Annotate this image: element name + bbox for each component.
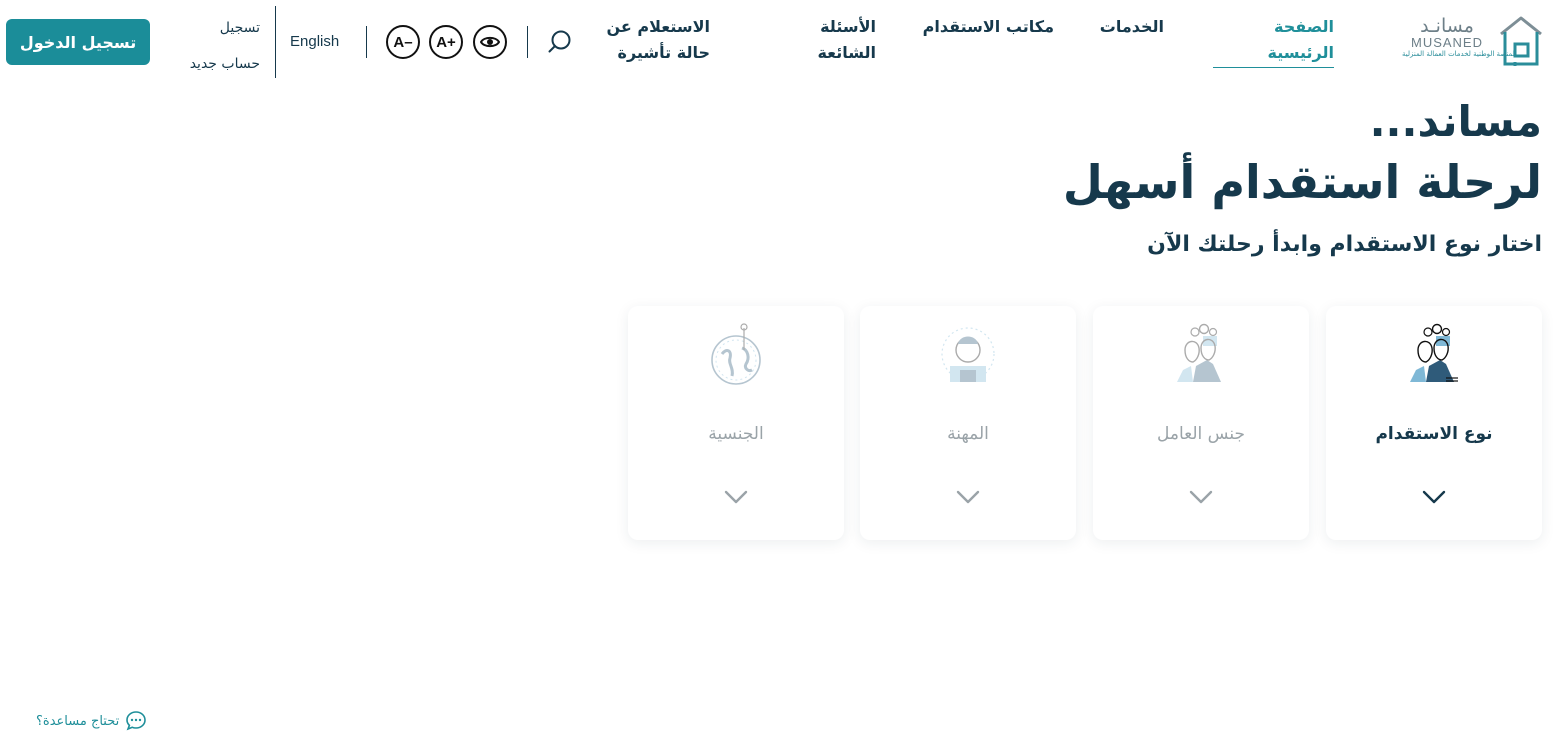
step-card-nationality[interactable]: الجنسية <box>628 306 844 540</box>
nav-home[interactable]: الصفحة الرئيسية <box>1213 14 1334 68</box>
worker-gender-icon <box>1177 323 1221 382</box>
contrast-toggle-button[interactable] <box>473 25 507 59</box>
musaned-logo[interactable]: مسانـد MUSANED المنصة الوطنية لخدمات الع… <box>1402 14 1544 70</box>
step-label: الجنسية <box>708 424 764 444</box>
chevron-down-icon <box>1189 490 1213 504</box>
register-link[interactable]: تسجيل حساب جديد <box>176 10 260 82</box>
step-card-profession[interactable]: المهنة <box>860 306 1076 540</box>
search-icon <box>548 30 571 53</box>
register-divider <box>275 6 276 78</box>
step-card-recruitment-type[interactable]: نوع الاستقدام <box>1326 306 1542 540</box>
house-logo-icon <box>1500 16 1542 66</box>
logo-tagline: المنصة الوطنية لخدمات العمالة المنزلية <box>1402 50 1517 58</box>
nav-visa-inquiry[interactable]: الاستعلام عن حالة تأشيرة <box>590 14 710 66</box>
recruitment-type-icon <box>1410 323 1458 382</box>
increase-font-button[interactable]: A+ <box>429 25 463 59</box>
help-label: تحتاج مساعدة؟ <box>36 713 120 729</box>
hero-subtitle: اختار نوع الاستقدام وابدأ رحلتك الآن <box>1147 232 1542 257</box>
chat-bubble-icon <box>126 711 147 731</box>
help-link[interactable]: تحتاج مساعدة؟ <box>36 710 147 732</box>
eye-icon <box>480 36 500 48</box>
nationality-icon <box>711 323 761 385</box>
toolbar-divider <box>366 26 367 58</box>
hero-title-line2: لرحلة استقدام أسهل <box>1062 155 1542 209</box>
new-account-label: حساب جديد <box>189 56 260 72</box>
logo-name-en: MUSANED <box>1410 35 1483 50</box>
step-label: جنس العامل <box>1157 424 1245 444</box>
chevron-down-icon <box>724 490 748 504</box>
toolbar-divider <box>527 26 528 58</box>
site-header: مسانـد MUSANED المنصة الوطنية لخدمات الع… <box>0 0 1562 86</box>
logo-name-ar: مسانـد <box>1420 15 1474 37</box>
chevron-down-icon <box>956 490 980 504</box>
chevron-down-icon <box>1422 490 1446 504</box>
step-label: نوع الاستقدام <box>1375 424 1493 444</box>
language-switch[interactable]: English <box>290 33 339 50</box>
step-label: المهنة <box>947 424 989 444</box>
search-button[interactable] <box>546 28 574 56</box>
login-button[interactable]: تسجيل الدخول <box>6 19 150 65</box>
nav-faq[interactable]: الأسئلة الشائعة <box>800 14 876 66</box>
nav-recruitment-offices[interactable]: مكاتب الاستقدام <box>912 14 1054 40</box>
register-label: تسجيل <box>219 20 260 36</box>
profession-icon <box>941 327 995 382</box>
hero-title-line1: مساند... <box>1369 97 1542 146</box>
logo-wordmark: مسانـد MUSANED المنصة الوطنية لخدمات الع… <box>1402 15 1517 59</box>
nav-services[interactable]: الخدمات <box>1090 14 1164 40</box>
decrease-font-button[interactable]: A– <box>386 25 420 59</box>
step-card-worker-gender[interactable]: جنس العامل <box>1093 306 1309 540</box>
